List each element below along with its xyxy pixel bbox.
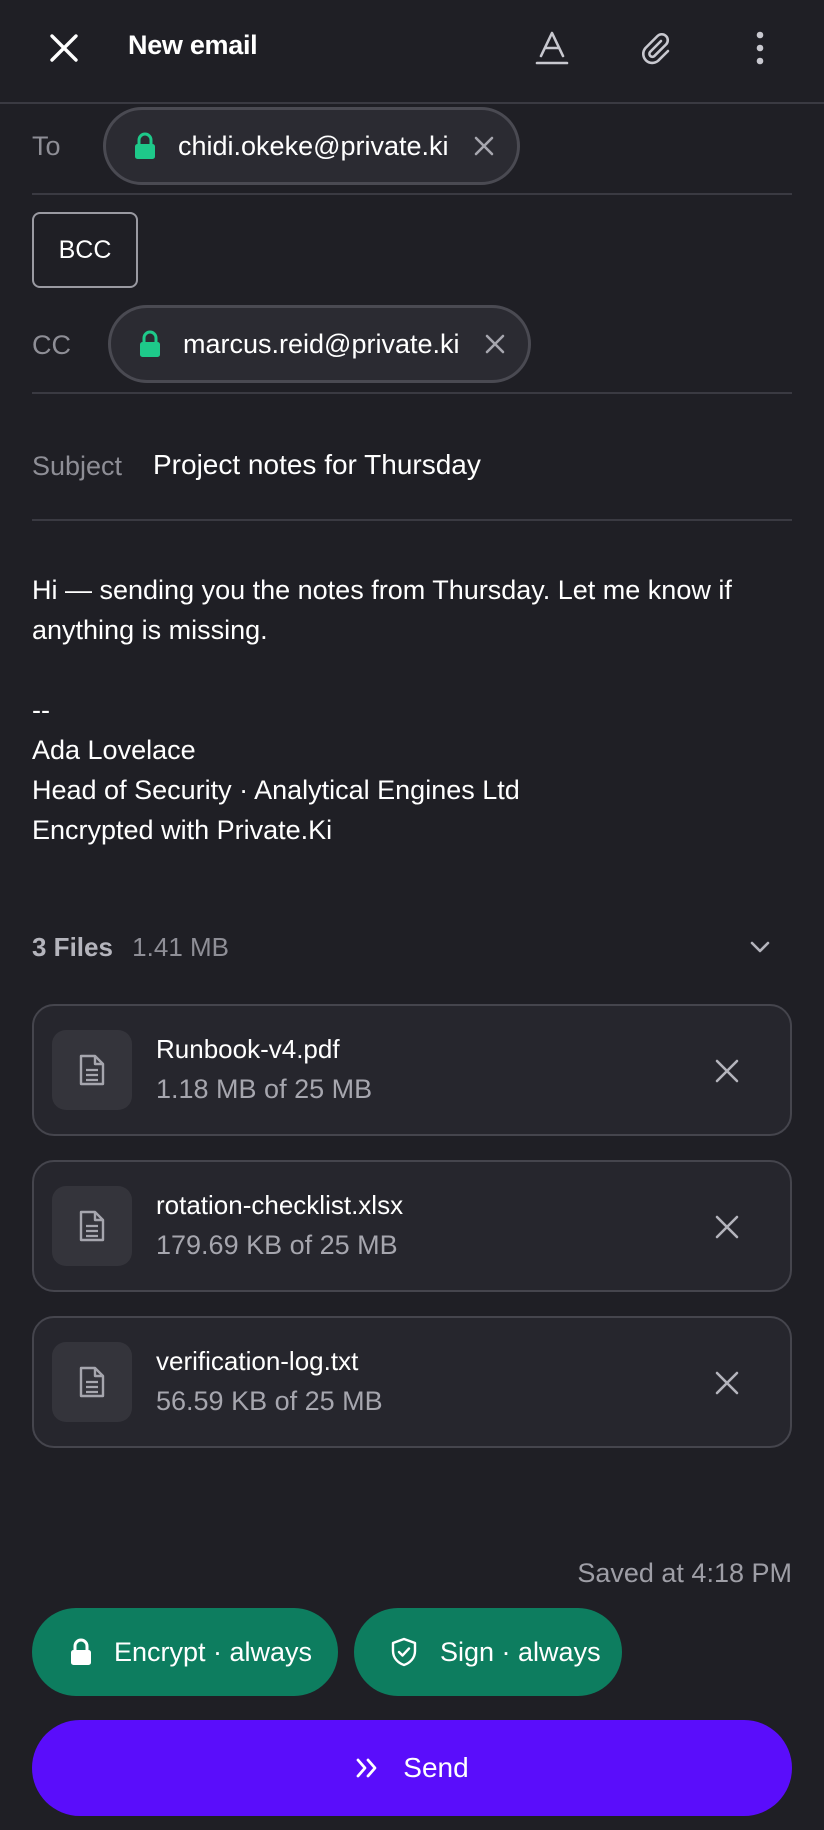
encrypt-toggle[interactable]: Encrypt · always (32, 1608, 338, 1696)
to-recipient-chip[interactable]: chidi.okeke@private.ki (103, 107, 520, 185)
remove-attachment-icon[interactable] (712, 1212, 742, 1242)
attachment-size: 56.59 KB of 25 MB (156, 1386, 383, 1416)
cc-recipient-chip[interactable]: marcus.reid@private.ki (108, 305, 531, 383)
bcc-button[interactable]: BCC (32, 212, 138, 288)
sign-toggle[interactable]: Sign · always (354, 1608, 622, 1696)
send-button[interactable]: Send (32, 1720, 792, 1816)
message-body[interactable]: Hi — sending you the notes from Thursday… (32, 570, 792, 850)
attachments-total-size: 1.41 MB (132, 932, 229, 962)
lock-icon (71, 1638, 91, 1665)
subject-divider (32, 519, 792, 521)
document-icon (79, 1054, 105, 1086)
page-title: New email (128, 30, 258, 60)
signature-note: Encrypted with Private.Ki (32, 815, 333, 845)
subject-input[interactable]: Project notes for Thursday (153, 449, 481, 481)
message-text: Hi — sending you the notes from Thursday… (32, 575, 732, 645)
recipient-address: chidi.okeke@private.ki (178, 130, 449, 161)
saved-status: Saved at 4:18 PM (577, 1558, 792, 1588)
encrypt-label: Encrypt · always (114, 1636, 313, 1667)
cc-label: CC (32, 330, 71, 360)
remove-recipient-icon[interactable] (482, 331, 508, 357)
attachments-summary: 3 Files 1.41 MB (32, 932, 229, 963)
file-icon-container (52, 1186, 132, 1266)
attachment-card[interactable]: Runbook-v4.pdf 1.18 MB of 25 MB (32, 1004, 792, 1136)
sign-label: Sign · always (440, 1636, 601, 1667)
signature-name: Ada Lovelace (32, 735, 196, 765)
recipient-address: marcus.reid@private.ki (183, 328, 460, 359)
attachment-name: Runbook-v4.pdf (156, 1034, 340, 1064)
attachment-card[interactable]: verification-log.txt 56.59 KB of 25 MB (32, 1316, 792, 1448)
file-icon-container (52, 1030, 132, 1110)
paperclip-icon (642, 33, 670, 65)
attachment-name: verification-log.txt (156, 1346, 359, 1376)
double-chevron-right-icon (356, 1758, 377, 1778)
lock-icon (140, 330, 160, 357)
attachment-name: rotation-checklist.xlsx (156, 1190, 404, 1220)
document-icon (79, 1366, 105, 1398)
signature-title: Head of Security · Analytical Engines Lt… (32, 775, 520, 805)
remove-recipient-icon[interactable] (471, 133, 497, 159)
to-label: To (32, 131, 61, 161)
top-bar: New email (0, 0, 824, 104)
attach-button[interactable] (624, 16, 688, 80)
text-format-button[interactable] (520, 16, 584, 80)
shield-check-icon (391, 1637, 417, 1667)
document-icon (79, 1210, 105, 1242)
subject-label: Subject (32, 451, 123, 481)
remove-attachment-icon[interactable] (712, 1056, 742, 1086)
to-divider (32, 193, 792, 195)
attachment-card[interactable]: rotation-checklist.xlsx 179.69 KB of 25 … (32, 1160, 792, 1292)
remove-attachment-icon[interactable] (712, 1368, 742, 1398)
file-icon-container (52, 1342, 132, 1422)
chevron-down-icon[interactable] (744, 931, 776, 963)
cc-divider (32, 392, 792, 394)
text-format-icon (535, 31, 569, 65)
more-vertical-icon (756, 31, 764, 65)
attachment-size: 179.69 KB of 25 MB (156, 1230, 398, 1260)
lock-icon (135, 132, 155, 159)
send-label: Send (403, 1752, 469, 1783)
signature-separator: -- (32, 695, 50, 725)
attachments-count: 3 Files (32, 932, 113, 962)
close-icon (50, 34, 78, 62)
close-button[interactable] (32, 16, 96, 80)
attachment-size: 1.18 MB of 25 MB (156, 1074, 373, 1104)
more-options-button[interactable] (728, 16, 792, 80)
